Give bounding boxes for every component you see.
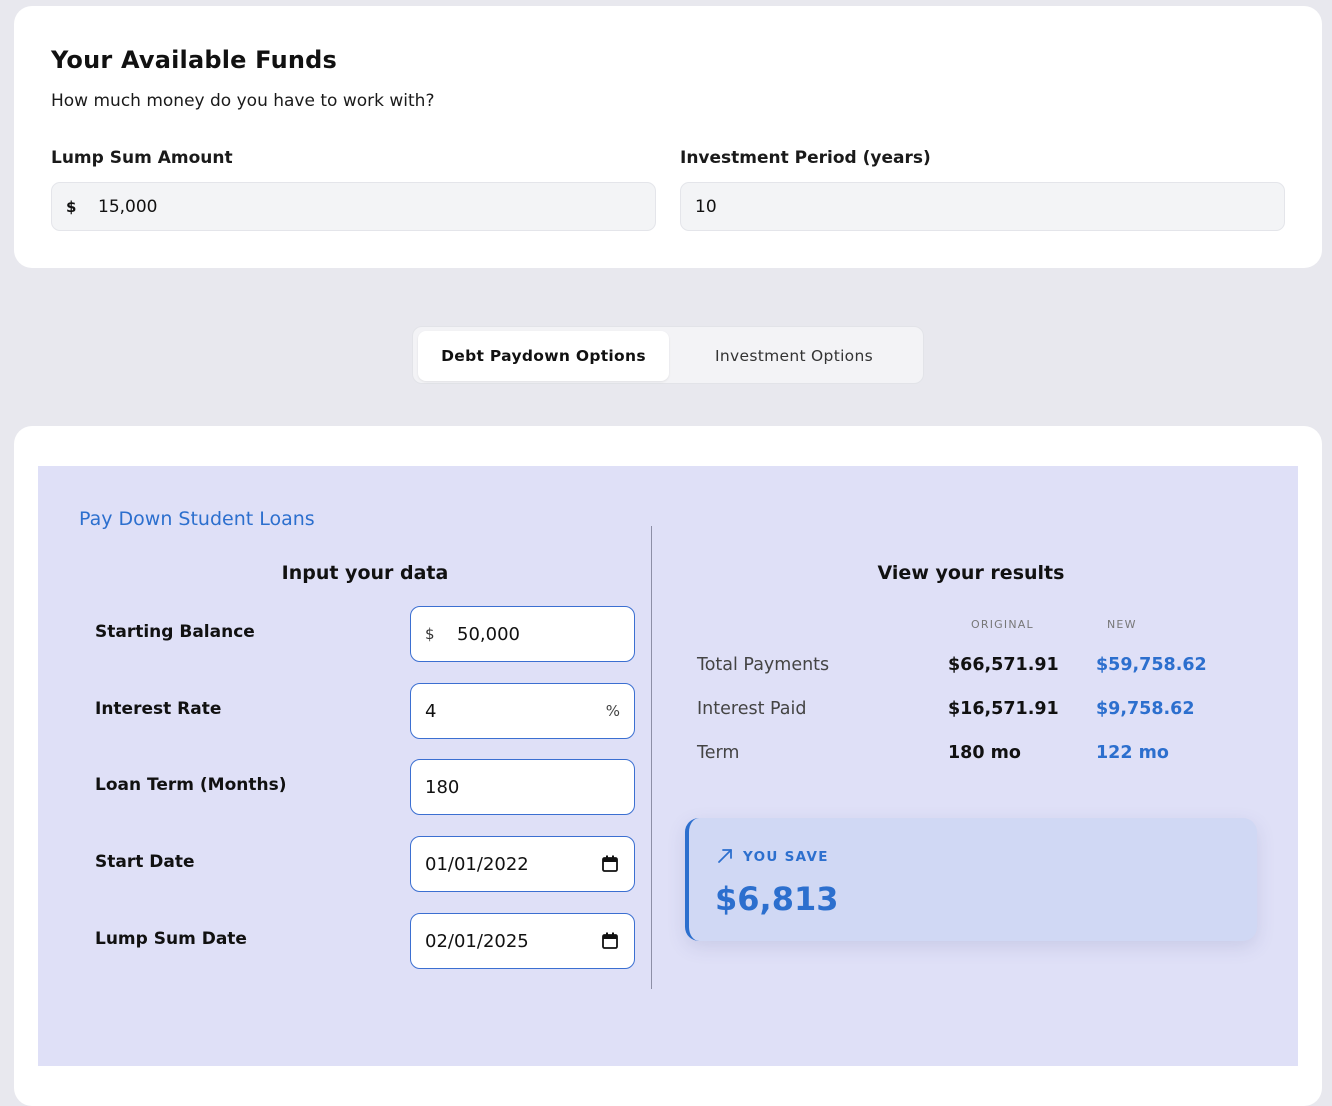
calendar-icon[interactable] [602,855,618,877]
lump-sum-date-input[interactable]: 02/01/2025 [410,913,635,969]
available-funds-card: Your Available Funds How much money do y… [14,6,1322,268]
dollar-prefix: $ [425,625,435,643]
interest-rate-value: 4 [425,700,437,722]
interest-rate-input[interactable]: 4 % [410,683,635,739]
funds-title: Your Available Funds [51,46,338,74]
starting-balance-label: Starting Balance [95,622,255,642]
lump-sum-date-value: 02/01/2025 [425,930,529,952]
you-save-label: YOU SAVE [743,849,829,865]
interest-rate-label: Interest Rate [95,699,222,719]
lump-sum-label: Lump Sum Amount [51,148,233,168]
result-label-total-payments: Total Payments [697,655,830,675]
loan-term-label: Loan Term (Months) [95,775,287,795]
input-heading: Input your data [281,562,449,584]
column-divider [651,526,652,989]
result-new-interest-paid: $9,758.62 [1096,699,1195,719]
result-label-interest-paid: Interest Paid [697,699,807,719]
options-tab-bar: Debt Paydown Options Investment Options [412,326,924,384]
loan-term-value: 180 [425,776,460,798]
start-date-input[interactable]: 01/01/2022 [410,836,635,892]
lump-sum-date-label: Lump Sum Date [95,929,247,949]
start-date-value: 01/01/2022 [425,853,529,875]
investment-period-label: Investment Period (years) [680,148,931,168]
percent-suffix: % [605,702,620,720]
savings-amount: $6,813 [715,880,839,918]
column-header-original: ORIGINAL [971,618,1034,631]
loan-term-input[interactable]: 180 [410,759,635,815]
student-loans-panel: Pay Down Student Loans Input your data V… [38,466,1298,1066]
results-heading: View your results [877,562,1065,584]
starting-balance-input[interactable]: $ 50,000 [410,606,635,662]
result-original-total-payments: $66,571.91 [948,655,1059,675]
column-header-new: NEW [1107,618,1137,631]
investment-period-input[interactable]: 10 [680,182,1285,231]
start-date-label: Start Date [95,852,195,872]
tab-investment-options[interactable]: Investment Options [669,331,919,381]
panel-title: Pay Down Student Loans [79,508,315,530]
debt-paydown-card: Pay Down Student Loans Input your data V… [14,426,1322,1106]
investment-period-value: 10 [695,196,717,217]
trend-up-arrow-icon [717,848,733,868]
lump-sum-input[interactable]: $ 15,000 [51,182,656,231]
result-label-term: Term [697,743,740,763]
tab-debt-paydown[interactable]: Debt Paydown Options [418,331,669,381]
starting-balance-value: 50,000 [457,623,520,645]
funds-subtitle: How much money do you have to work with? [51,91,435,111]
savings-box: YOU SAVE $6,813 [685,818,1257,941]
result-new-term: 122 mo [1096,743,1169,763]
result-original-interest-paid: $16,571.91 [948,699,1059,719]
calendar-icon[interactable] [602,932,618,954]
lump-sum-value: 15,000 [98,196,158,217]
dollar-prefix: $ [66,197,77,216]
result-original-term: 180 mo [948,743,1021,763]
result-new-total-payments: $59,758.62 [1096,655,1207,675]
